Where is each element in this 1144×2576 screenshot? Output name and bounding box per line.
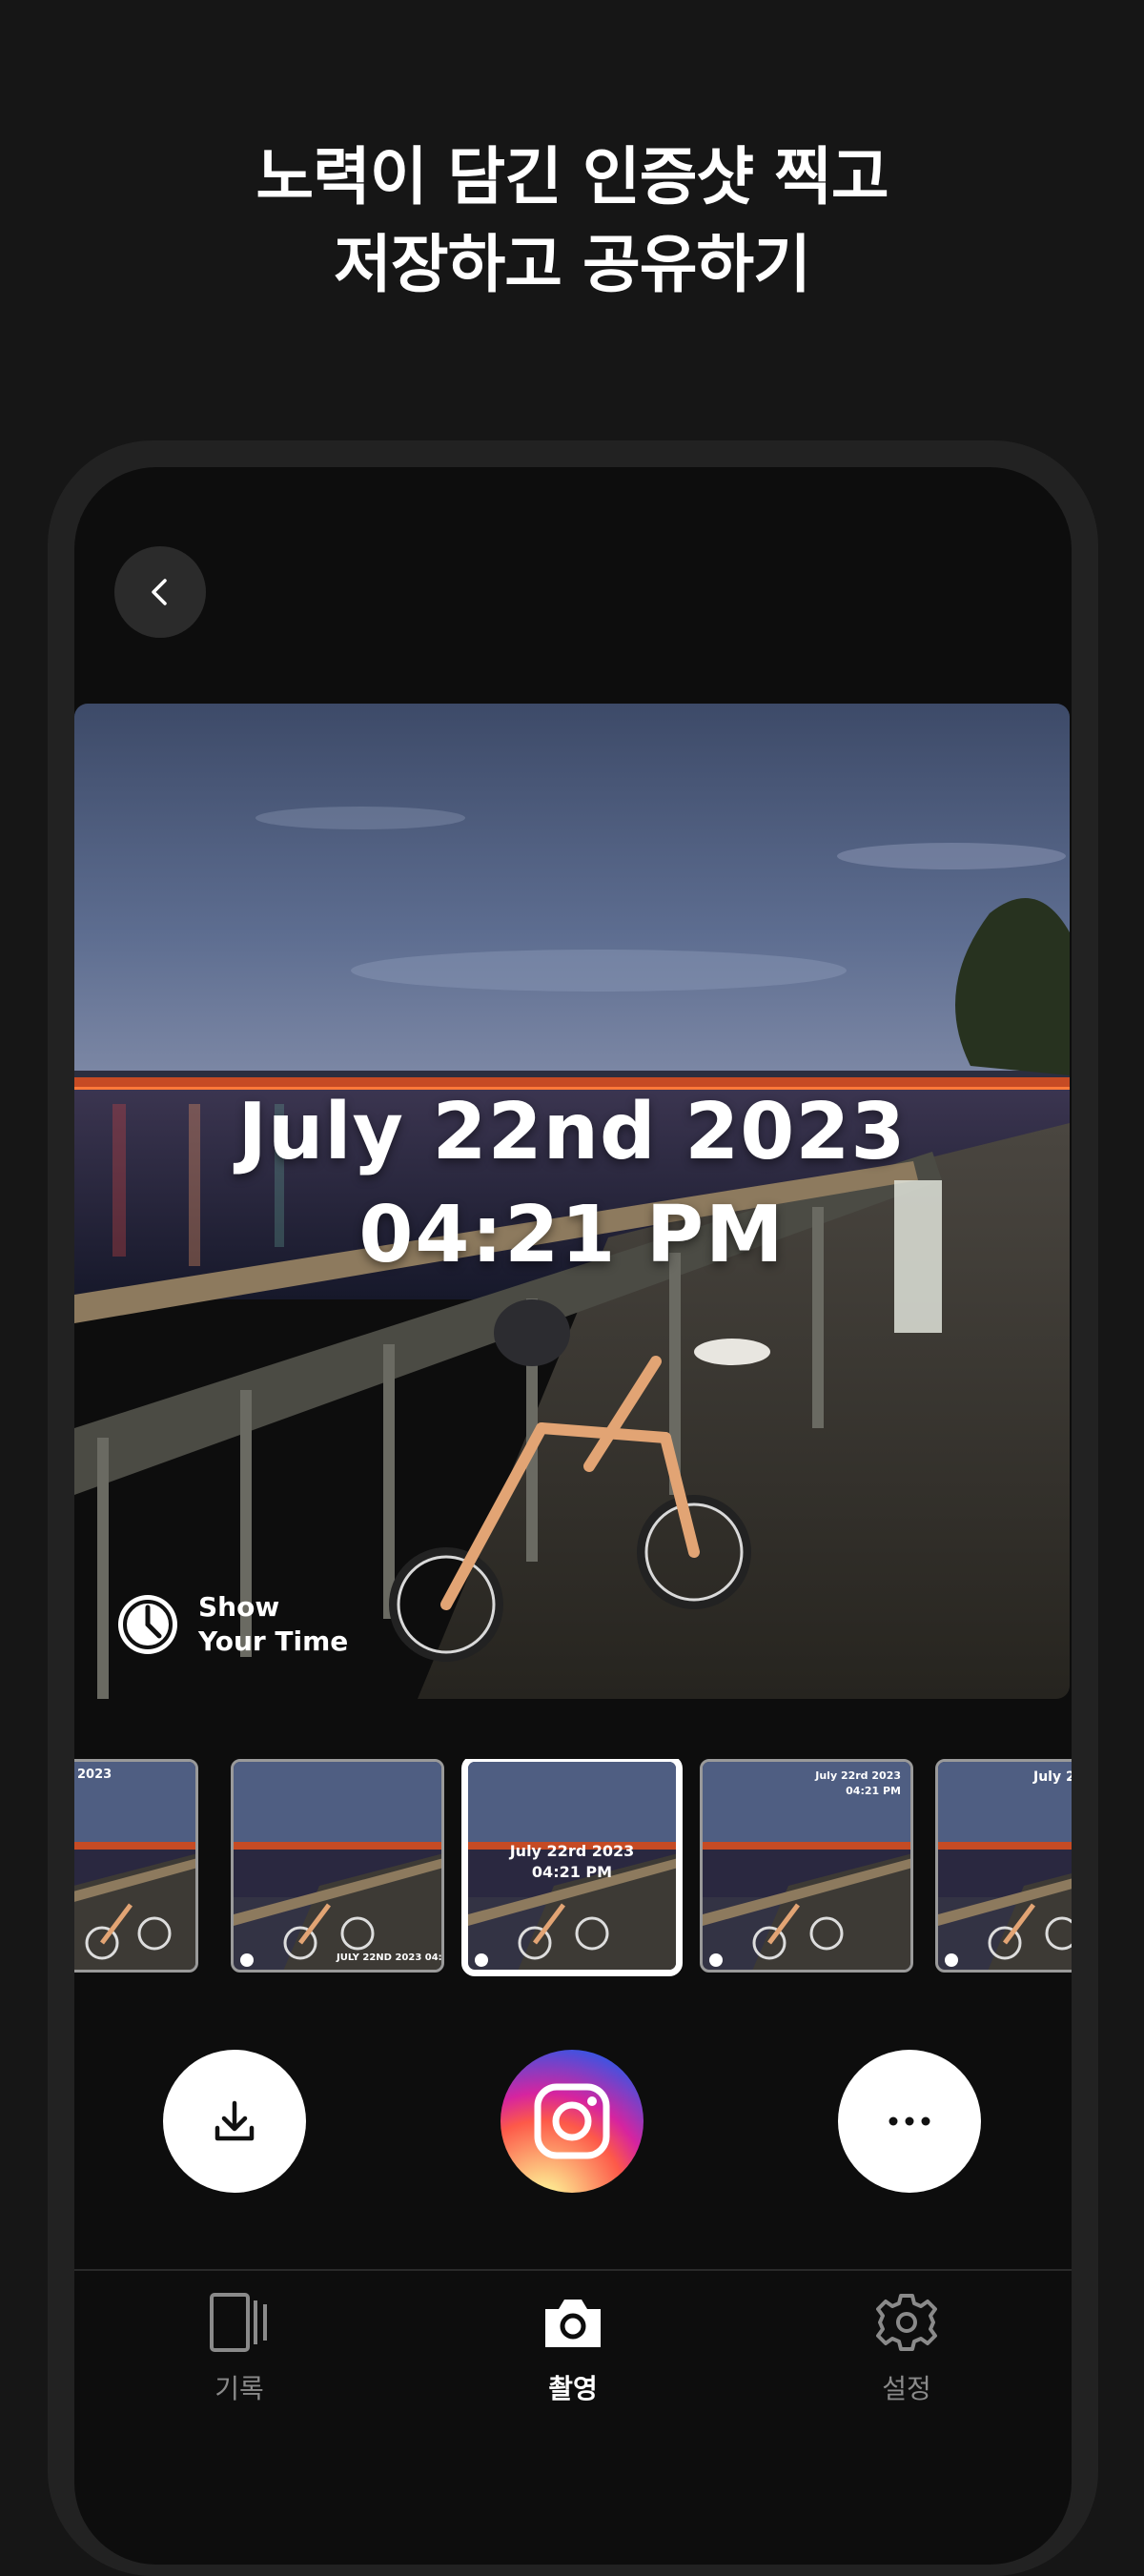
headline-line-1: 노력이 담긴 인증샷 찍고	[255, 140, 889, 214]
more-icon	[889, 2116, 930, 2126]
back-button[interactable]	[114, 546, 206, 638]
template-thumbnail[interactable]: JULY 22ND 2023 04:21 PM	[231, 1759, 444, 1973]
camera-icon	[545, 2300, 601, 2347]
thumbnail-image	[938, 1762, 1072, 1970]
template-strip: 2023 JULY 22ND 2023 04:21 PM	[74, 1759, 1072, 1978]
watermark-line-1: Show	[198, 1591, 280, 1623]
headline-line-2: 저장하고 공유하기	[334, 228, 811, 301]
clock-icon	[118, 1595, 177, 1654]
watermark-line-2: Your Time	[198, 1625, 349, 1657]
tab-camera-label: 촬영	[548, 2373, 598, 2404]
more-button[interactable]	[838, 2050, 981, 2193]
thumbnail-image	[234, 1762, 441, 1970]
settings-icon	[876, 2294, 937, 2351]
tab-records[interactable]: 기록	[144, 2288, 335, 2406]
tab-settings-label: 설정	[882, 2373, 931, 2404]
template-thumbnail-selected[interactable]: July 22rd 2023 04:21 PM	[461, 1759, 683, 1976]
headline: 노력이 담긴 인증샷 찍고 저장하고 공유하기	[0, 133, 1144, 309]
thumbnail-label: July 2	[1033, 1769, 1072, 1785]
thumbnail-label-time: 04:21 PM	[531, 1863, 613, 1881]
thumbnail-label-date: July 22rd 2023	[509, 1842, 635, 1860]
thumbnail-label-date: July 22rd 2023	[815, 1769, 901, 1782]
stamp-time: 04:21 PM	[358, 1190, 786, 1280]
tab-records-label: 기록	[214, 2373, 264, 2404]
thumbnail-label: JULY 22ND 2023 04:21 PM	[337, 1952, 442, 1963]
watermark: Show Your Time	[114, 1590, 348, 1659]
template-thumbnail[interactable]: July 2	[935, 1759, 1072, 1973]
bottom-tab-bar: 기록 촬영 설정	[74, 2269, 1072, 2565]
instagram-share-button[interactable]	[500, 2050, 644, 2193]
chevron-left-icon	[152, 579, 167, 605]
photo-preview: July 22nd 2023 04:21 PM Show Your Time	[74, 704, 1070, 1699]
thumbnail-label-time: 04:21 PM	[846, 1785, 901, 1797]
stamp-date: July 22nd 2023	[237, 1087, 907, 1177]
template-thumbnail[interactable]: 2023	[74, 1759, 198, 1973]
template-thumbnail[interactable]: July 22rd 2023 04:21 PM	[700, 1759, 913, 1973]
phone-screen: July 22nd 2023 04:21 PM Show Your Time 2…	[74, 467, 1072, 2565]
tab-settings[interactable]: 설정	[811, 2288, 1002, 2406]
instagram-icon	[534, 2083, 610, 2159]
thumbnail-image	[74, 1762, 195, 1970]
records-icon	[210, 2293, 267, 2352]
thumbnail-label: 2023	[77, 1768, 112, 1782]
download-icon	[214, 2100, 255, 2141]
tab-camera[interactable]: 촬영	[478, 2288, 668, 2406]
download-button[interactable]	[163, 2050, 306, 2193]
